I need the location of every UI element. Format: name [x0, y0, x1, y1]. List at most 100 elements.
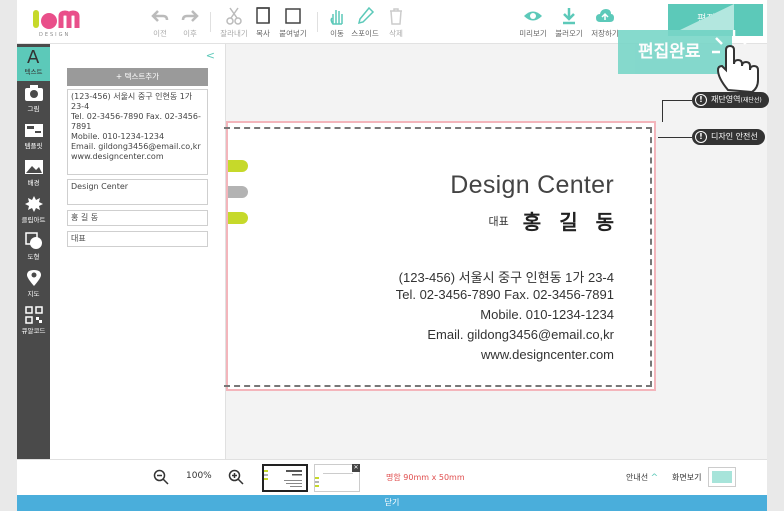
rail-label: 배경 — [27, 179, 40, 187]
text-panel: < + 텍스트추가 (123-456) 서울시 중구 인현동 1가 23-4 T… — [50, 44, 226, 459]
rail-label: 템플릿 — [24, 142, 43, 150]
toolbar-divider — [317, 12, 318, 32]
page-thumbnail-front[interactable] — [262, 464, 308, 492]
cut-area-leader — [662, 100, 663, 122]
editor-app: DESIGN 이전 이후 잘라내기 복사 붙여넣기 이동 스포이드 삭제 미리보… — [17, 0, 769, 511]
undo-button[interactable]: 이전 — [143, 6, 177, 39]
bottom-bar: 100% ✕ 명함 90mm x 50mm 안내선 ^ 화면보기 — [17, 459, 767, 495]
iam-design-logo: DESIGN — [33, 10, 80, 38]
card-tel-fax[interactable]: Tel. 02-3456-7890 Fax. 02-3456-7891 — [396, 287, 614, 302]
zoom-in-icon[interactable] — [228, 469, 244, 485]
save-label: 저장하기 — [591, 29, 619, 38]
rail-item-background[interactable]: 배경 — [17, 158, 50, 192]
eyedropper-button[interactable]: 스포이드 — [348, 6, 382, 39]
paste-icon — [285, 8, 301, 24]
hand-icon — [330, 10, 343, 25]
close-button[interactable]: 닫기 — [17, 495, 767, 511]
delete-label: 삭제 — [389, 29, 403, 38]
eye-icon — [524, 11, 542, 21]
ribbon-fold-shape — [680, 4, 734, 30]
company-text-field[interactable]: Design Center — [67, 179, 208, 205]
load-label: 불러오기 — [555, 29, 583, 38]
copy-icon — [256, 7, 270, 24]
pointer-hand-icon — [712, 30, 759, 94]
rail-item-shape[interactable]: 도형 — [17, 232, 50, 266]
paste-button[interactable]: 붙여넣기 — [276, 6, 310, 39]
rail-label: 큐알코드 — [21, 327, 46, 335]
map-pin-icon — [26, 270, 41, 286]
redo-button[interactable]: 이후 — [173, 6, 207, 39]
role-text-field[interactable]: 대표 — [67, 231, 208, 247]
rail-label: 지도 — [27, 290, 40, 298]
download-icon — [563, 8, 575, 25]
rail-item-map[interactable]: 지도 — [17, 269, 50, 303]
clipart-icon — [24, 196, 43, 212]
lime-pill-shape[interactable] — [228, 160, 248, 172]
card-company[interactable]: Design Center — [450, 171, 614, 200]
card-mobile[interactable]: Mobile. 010-1234-1234 — [480, 307, 614, 322]
template-icon — [24, 124, 43, 137]
lime-pill-shape[interactable] — [228, 212, 248, 224]
screen-view-label: 화면보기 — [672, 473, 702, 482]
cloud-upload-icon — [596, 9, 614, 22]
logo-sub: DESIGN — [39, 32, 70, 38]
redo-icon — [181, 10, 199, 22]
scissors-icon — [226, 7, 242, 25]
card-email[interactable]: Email. gildong3456@email.co,kr — [427, 327, 614, 342]
preview-button[interactable]: 미리보기 — [516, 6, 550, 39]
edit-done-highlight-label: 편집완료 — [638, 42, 701, 62]
address-text-field[interactable]: (123-456) 서울시 중구 인현동 1가 23-4 Tel. 02-345… — [67, 89, 208, 175]
eyedropper-icon — [357, 6, 375, 25]
shape-icon — [24, 232, 42, 249]
safe-line-label: 디자인 안전선 — [711, 132, 758, 141]
safe-line-leader — [658, 137, 692, 138]
zoom-level: 100% — [186, 471, 212, 481]
screen-view-button[interactable] — [708, 467, 736, 487]
svg-text:A: A — [27, 47, 40, 65]
rail-item-text[interactable]: A 텍스트 — [17, 47, 50, 81]
rail-item-image[interactable]: 그림 — [17, 84, 50, 118]
page-thumbnail-back[interactable]: ✕ — [314, 464, 360, 492]
redo-label: 이후 — [183, 29, 197, 38]
rail-item-clipart[interactable]: 클립아트 — [17, 195, 50, 229]
delete-button[interactable]: 삭제 — [379, 6, 413, 39]
zoom-out-icon[interactable] — [153, 469, 169, 485]
load-button[interactable]: 불러오기 — [552, 6, 586, 39]
undo-icon — [151, 10, 169, 22]
card-name[interactable]: 홍길동 — [523, 210, 632, 234]
gray-pill-shape[interactable] — [228, 186, 248, 198]
design-canvas[interactable]: Design Center 대표 홍길동 (123-456) 서울시 중구 인현동… — [224, 44, 769, 459]
copy-label: 복사 — [256, 29, 270, 38]
name-text-field[interactable]: 홍 길 동 — [67, 210, 208, 226]
card-size-label: 명함 90mm x 50mm — [386, 473, 465, 482]
thumbnail-preview — [264, 470, 302, 487]
chevron-left-icon[interactable]: < — [206, 49, 215, 62]
undo-label: 이전 — [153, 29, 167, 38]
paste-label: 붙여넣기 — [279, 29, 307, 38]
guide-label: 안내선 — [626, 473, 649, 482]
screen-view-swatch — [712, 471, 732, 483]
close-icon[interactable]: ✕ — [352, 464, 360, 472]
save-button[interactable]: 저장하기 — [588, 6, 622, 39]
card-website[interactable]: www.designcenter.com — [481, 347, 614, 362]
rail-item-qrcode[interactable]: 큐알코드 — [17, 306, 50, 340]
rail-item-template[interactable]: 템플릿 — [17, 121, 50, 155]
qr-code-icon — [24, 306, 43, 324]
business-card[interactable]: Design Center 대표 홍길동 (123-456) 서울시 중구 인현동… — [224, 121, 656, 391]
trash-icon — [390, 8, 402, 25]
camera-icon — [24, 85, 43, 101]
copy-button[interactable]: 복사 — [246, 6, 280, 39]
cut-area-leader — [662, 100, 692, 101]
card-address[interactable]: (123-456) 서울시 중구 인현동 1가 23-4 — [399, 267, 614, 286]
eyedropper-label: 스포이드 — [351, 29, 379, 38]
chevron-up-icon: ^ — [650, 473, 659, 483]
rail-label: 클립아트 — [21, 216, 46, 224]
card-title-row: 대표 홍길동 — [489, 206, 614, 235]
add-text-button[interactable]: + 텍스트추가 — [67, 68, 208, 86]
cut-area-label: 재단영역 — [711, 95, 741, 104]
guide-toggle[interactable]: 안내선 ^ — [626, 472, 658, 483]
rail-label: 도형 — [27, 253, 40, 261]
card-role[interactable]: 대표 — [489, 215, 509, 228]
image-icon — [24, 160, 43, 174]
text-icon: A — [27, 47, 40, 65]
